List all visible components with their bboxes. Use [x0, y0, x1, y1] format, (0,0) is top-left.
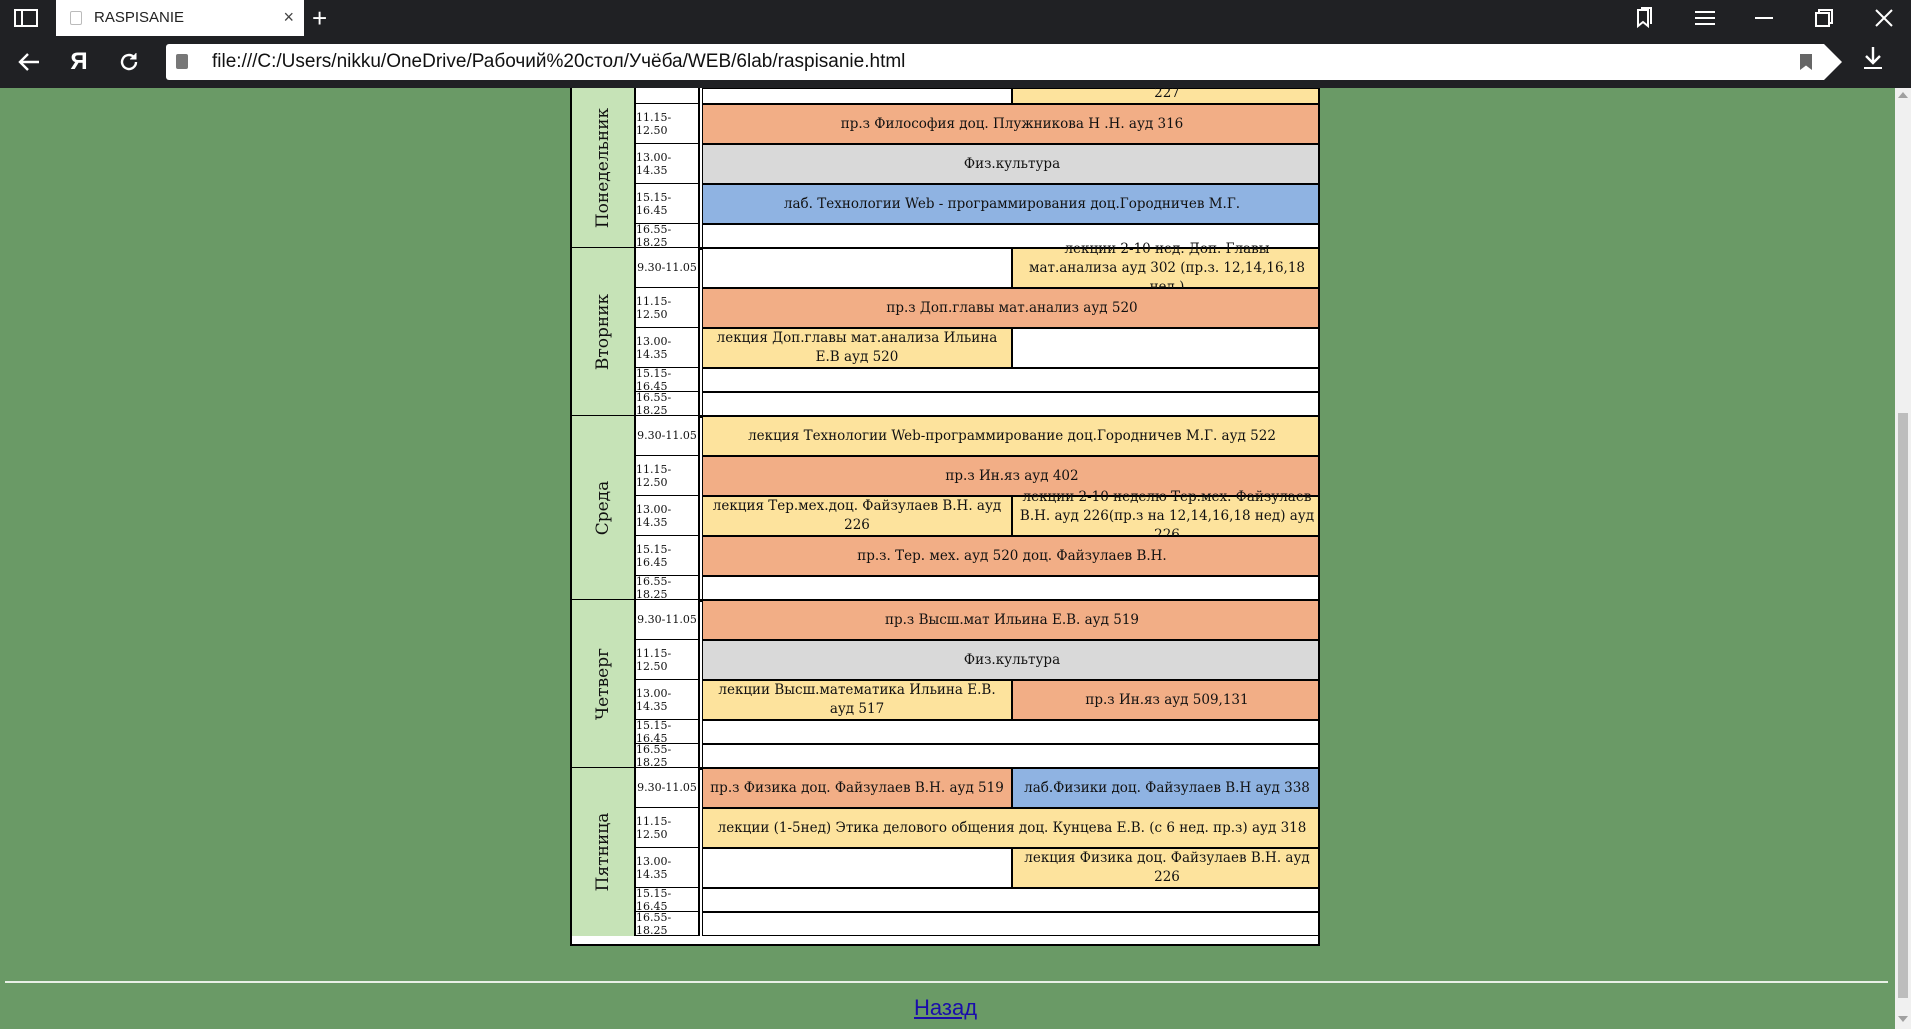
table-cell: пр.з Философия доц. Плужникова Н .Н. ауд…: [702, 104, 1318, 144]
table-cell: [702, 392, 1318, 416]
close-window-icon[interactable]: [1856, 0, 1911, 36]
time-slot: 13.00-14.35: [636, 328, 700, 368]
back-link[interactable]: Назад: [914, 995, 977, 1021]
time-slot: 16.55-18.25: [636, 575, 700, 601]
table-cell: лекция Доп.главы мат.анализа Ильина Е.В …: [702, 328, 1012, 368]
table-cell: лаб.Физики доц. Файзулаев В.Н ауд 338: [1012, 768, 1318, 808]
time-slot: 16.55-18.25: [636, 223, 700, 249]
table-cell: лекции Высш.математика Ильина Е.В. ауд 5…: [702, 680, 1012, 720]
time-slot: 16.55-18.25: [636, 391, 700, 417]
table-cell: [702, 888, 1318, 912]
day-column: Пятница: [572, 768, 636, 936]
url-text: file:///C:/Users/nikku/OneDrive/Рабочий%…: [212, 51, 906, 72]
page-icon: [70, 11, 82, 25]
table-cell: [1012, 328, 1318, 368]
close-icon[interactable]: ×: [283, 7, 294, 28]
day-column: Четверг: [572, 600, 636, 768]
table-cell: лекция Технологии Web-программирование д…: [702, 416, 1318, 456]
table-cell: лаб. Технологии Web - программирования д…: [702, 184, 1318, 224]
restore-icon[interactable]: [1796, 0, 1852, 36]
table-cell: пр.з Физика доц. Файзулаев В.Н. ауд 519: [702, 768, 1012, 808]
table-cell: лекции 2-10 нед. Доп. Главы мат.анализа …: [1012, 241, 1318, 295]
url-field[interactable]: file:///C:/Users/nikku/OneDrive/Рабочий%…: [166, 44, 1842, 80]
time-slot: 11.15-12.50: [636, 456, 700, 496]
day-name: Вторник: [593, 293, 613, 371]
day-column: Понедельник: [572, 88, 636, 248]
table-cell: [702, 248, 1012, 288]
time-slot: 9.30-11.05: [636, 416, 700, 456]
page-icon: [176, 54, 188, 69]
time-slot: 11.15-12.50: [636, 808, 700, 848]
menu-icon[interactable]: [1677, 0, 1733, 36]
table-cell: лекция Физика доц. Файзулаев В.Н. ауд 22…: [1012, 848, 1318, 888]
tab-bar: RASPISANIE × +: [0, 0, 1911, 36]
time-slot: 16.55-18.25: [636, 911, 700, 937]
bookmarks-icon[interactable]: [1616, 0, 1672, 36]
scroll-up-icon[interactable]: [1898, 92, 1908, 98]
time-slot: 9.30-11.05: [636, 600, 700, 640]
time-slot: 13.00-14.35: [636, 144, 700, 184]
download-icon[interactable]: [1862, 46, 1884, 77]
table-cell: пр.з Ин.яз ауд 509,131: [1012, 680, 1318, 720]
time-slot: [636, 88, 700, 104]
time-slot: 15.15-16.45: [636, 536, 700, 576]
table-cell: пр.з Высш.мат Ильина Е.В. ауд 519: [702, 600, 1318, 640]
table-cell: 227: [1012, 88, 1318, 104]
bookmark-icon[interactable]: [1800, 54, 1812, 70]
day-column: Вторник: [572, 248, 636, 416]
back-arrow-icon[interactable]: [14, 48, 44, 76]
table-cell: лекция Тер.мех.доц. Файзулаев В.Н. ауд 2…: [702, 496, 1012, 536]
table-cell: [702, 720, 1318, 744]
plus-icon[interactable]: +: [312, 3, 327, 33]
day-name: Среда: [593, 480, 613, 536]
scroll-down-icon[interactable]: [1898, 1016, 1908, 1022]
time-slot: 13.00-14.35: [636, 848, 700, 888]
divider: [5, 981, 1888, 983]
day-column: Среда: [572, 416, 636, 600]
time-slot: 11.15-12.50: [636, 640, 700, 680]
time-slot: 11.15-12.50: [636, 288, 700, 328]
scroll-thumb[interactable]: [1898, 413, 1908, 998]
time-slot: 13.00-14.35: [636, 680, 700, 720]
tab-title: RASPISANIE: [94, 9, 185, 26]
time-slot: 15.15-16.45: [636, 719, 700, 745]
time-slot: 11.15-12.50: [636, 104, 700, 144]
reload-icon[interactable]: [114, 48, 144, 76]
time-slot: 15.15-16.45: [636, 367, 700, 393]
yandex-icon[interactable]: Я: [64, 48, 94, 76]
table-cell: лекции (1-5нед) Этика делового общения д…: [702, 808, 1318, 848]
time-slot: 15.15-16.45: [636, 184, 700, 224]
minimize-icon[interactable]: [1736, 0, 1792, 36]
day-name: Понедельник: [593, 107, 613, 229]
day-name: Пятница: [593, 812, 613, 892]
day-name: Четверг: [593, 647, 613, 721]
table-cell: [702, 912, 1318, 936]
address-bar: Я file:///C:/Users/nikku/OneDrive/Рабочи…: [0, 36, 1911, 88]
time-slot: 16.55-18.25: [636, 743, 700, 769]
table-cell: Физ.культура: [702, 144, 1318, 184]
time-slot: 9.30-11.05: [636, 768, 700, 808]
time-slot: 15.15-16.45: [636, 887, 700, 913]
table-cell: [702, 88, 1012, 104]
table-cell: пр.з. Тер. мех. ауд 520 доц. Файзулаев В…: [702, 536, 1318, 576]
schedule-table: 227 11.15-12.50 пр.з Философия доц. Плужни…: [570, 88, 1320, 946]
time-slot: 9.30-11.05: [636, 248, 700, 288]
table-cell: [702, 368, 1318, 392]
sidebar-icon[interactable]: [14, 8, 38, 28]
table-cell: лекции 2-10 неделю Тер.мех. Файзулаев В.…: [1012, 489, 1318, 543]
table-cell: [702, 848, 1012, 888]
table-cell: [702, 744, 1318, 768]
scrollbar[interactable]: [1895, 88, 1911, 1029]
table-cell: [702, 576, 1318, 600]
table-cell: Физ.культура: [702, 640, 1318, 680]
table-cell: пр.з Доп.главы мат.анализ ауд 520: [702, 288, 1318, 328]
browser-tab[interactable]: RASPISANIE ×: [56, 0, 304, 36]
time-slot: 13.00-14.35: [636, 496, 700, 536]
